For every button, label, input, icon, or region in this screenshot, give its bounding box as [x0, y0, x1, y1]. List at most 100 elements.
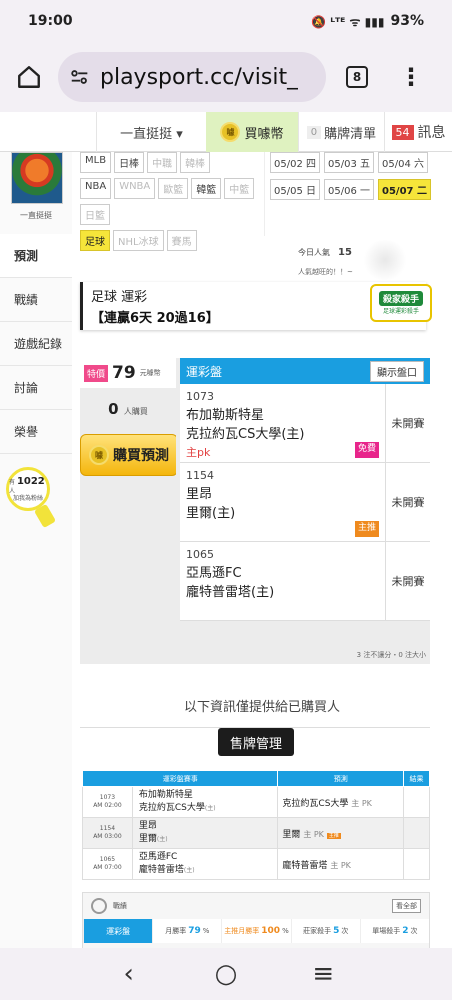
record-title: 戰績: [113, 902, 127, 910]
coin-icon: 噱: [89, 445, 109, 465]
team-away: 亞馬遜FC: [138, 852, 178, 863]
url-bar[interactable]: playsport.cc/visit_: [58, 52, 326, 102]
system-nav-bar: ‹ ○ ≡: [0, 948, 452, 1000]
date-0507[interactable]: 05/07 二: [378, 179, 431, 200]
game-time: AM 03:00: [93, 833, 122, 840]
king-stat: 莊家殺手 5 次: [290, 919, 360, 943]
handicap: 主 PK: [351, 798, 372, 808]
month-win-stat: 月勝率 79%: [152, 919, 221, 943]
month-win-value: 79: [188, 926, 201, 936]
expert-title: 殺家殺手: [378, 291, 423, 306]
team-home: 里爾: [138, 834, 157, 844]
league-horse[interactable]: 賽馬: [166, 230, 197, 251]
popularity: 今日人氣 15: [298, 247, 352, 258]
team-away: 里昂: [186, 486, 213, 502]
see-all-button[interactable]: 看全部: [392, 899, 421, 913]
show-odds-button[interactable]: 顯示盤口: [370, 360, 424, 382]
record-box: 戰績 看全部 運彩盤 月勝率 79% 主推月勝率 100% 莊家殺手 5 次 單場殺手 2…: [82, 892, 430, 948]
sell-manage-button[interactable]: 售牌管理: [218, 728, 294, 756]
back-icon[interactable]: ‹: [109, 959, 149, 989]
flower-sketch-icon: [362, 240, 408, 280]
col-header-result: 結果: [403, 770, 430, 787]
pick-note: 3 注不讓分・0 注大小: [356, 651, 426, 659]
price-unit: 元噱幣: [139, 369, 161, 377]
record-stats: 運彩盤 月勝率 79% 主推月勝率 100% 莊家殺手 5 次 單場殺手 2 次: [83, 919, 429, 943]
table-row: 1154 AM 03:00 里昂 里爾(主) 里爾 主 PK 主推: [82, 817, 430, 849]
tab-count: 8: [346, 66, 368, 88]
main-win-stat: 主推月勝率 100%: [221, 919, 290, 943]
expert-sub: 足球運彩殺手: [382, 308, 419, 315]
date-0504[interactable]: 05/04 六: [378, 152, 428, 173]
sidebar-item-discuss[interactable]: 討論: [0, 366, 72, 410]
pick-header: 運彩盤 顯示盤口: [180, 358, 430, 384]
league-cpbl[interactable]: 中職: [147, 152, 178, 173]
avatar-name[interactable]: 一直挺挺: [0, 210, 72, 221]
league-jpn-baseball[interactable]: 日棒: [114, 152, 145, 173]
pick-team: 里爾: [282, 829, 301, 840]
king-value: 5: [333, 926, 340, 936]
home-mark: (主): [156, 836, 168, 843]
tune-icon[interactable]: [68, 66, 92, 88]
league-wnba[interactable]: WNBA: [114, 178, 156, 199]
main-win-value: 100: [261, 926, 281, 936]
league-jpn-basketball[interactable]: 日籃: [80, 204, 110, 225]
result-cell: [403, 817, 430, 849]
team-home: 克拉約瓦CS大學: [138, 803, 205, 813]
expert-badge: 殺家殺手 足球運彩殺手: [370, 284, 432, 322]
sidebar-item-game-log[interactable]: 遊戲紀錄: [0, 322, 72, 366]
league-kbo[interactable]: 韓棒: [180, 152, 211, 173]
bulb-icon: [33, 503, 57, 529]
date-0503[interactable]: 05/03 五: [324, 152, 374, 173]
browser-toolbar: playsport.cc/visit_ 8 ⋮: [0, 42, 452, 112]
game-code: 1073: [186, 390, 214, 403]
url-text[interactable]: playsport.cc/visit_: [100, 65, 298, 90]
more-menu-icon[interactable]: ⋮: [388, 42, 434, 112]
pick-team: 克拉約瓦CS大學: [282, 798, 349, 809]
message-button[interactable]: 54 訊息: [384, 112, 452, 152]
pick-panel: 運彩盤 顯示盤口 1073 布加勒斯特星 克拉約瓦CS大學(主) 主pk 免費 …: [176, 358, 430, 664]
league-soccer[interactable]: 足球: [80, 230, 110, 251]
user-dropdown[interactable]: 一直挺挺 ▾: [96, 112, 206, 152]
purchased-table: 運彩盤賽事 預測 結果 1073 AM 02:00 布加勒斯特星 克拉約瓦CS大學(…: [81, 770, 430, 880]
league-cn-basketball[interactable]: 中籃: [224, 178, 255, 199]
date-0502[interactable]: 05/02 四: [270, 152, 320, 173]
fans-label: 加我為粉絲: [12, 495, 43, 502]
avatar[interactable]: [11, 152, 63, 204]
sidebar-item-record[interactable]: 戰績: [0, 278, 72, 322]
league-mlb[interactable]: MLB: [80, 152, 112, 173]
main-pick-tag: 主推: [326, 832, 341, 839]
home-mark: (主): [204, 805, 216, 812]
buy-panel: 特價 79 元噱幣 0 人購買 噱 購買預測: [80, 358, 178, 664]
free-tag: 免費: [354, 442, 379, 458]
status-signal-icons: 🔕 ᴸᵀᴱ ᯤ ▮▮▮: [311, 14, 385, 29]
home-button[interactable]: [0, 42, 58, 112]
league-kor-basketball[interactable]: 韓籃: [191, 178, 222, 199]
tabs-button[interactable]: 8: [326, 42, 388, 112]
pick-team: 龐特普雷塔: [282, 860, 328, 871]
team-home: 克拉約瓦CS大學(主): [186, 427, 305, 442]
date-0505[interactable]: 05/05 日: [270, 179, 320, 200]
price-value: 79: [112, 363, 136, 383]
main-win-label: 主推月勝率: [224, 927, 260, 935]
league-euro-basketball[interactable]: 歐籃: [158, 178, 189, 199]
handicap: 主 PK: [330, 860, 351, 870]
buy-prediction-button[interactable]: 噱 購買預測: [80, 434, 178, 476]
sidebar-item-honor[interactable]: 榮譽: [0, 410, 72, 454]
date-0506[interactable]: 05/06 一: [324, 179, 374, 200]
cart-button[interactable]: 0 購牌清單: [298, 112, 384, 152]
buy-coin-button[interactable]: 噱 買噱幣: [206, 112, 298, 152]
result-cell: [403, 848, 430, 880]
month-win-unit: %: [202, 927, 210, 935]
recents-icon[interactable]: ≡: [303, 959, 343, 989]
status-icons: 🔕 ᴸᵀᴱ ᯤ ▮▮▮ 93%: [311, 13, 424, 30]
battery-level: 93%: [390, 13, 424, 29]
record-icon: [91, 898, 107, 914]
team-away: 布加勒斯特星: [186, 407, 265, 423]
record-bar-label: 運彩盤: [83, 919, 153, 943]
league-nhl[interactable]: NHL冰球: [113, 230, 164, 251]
home-nav-icon[interactable]: ○: [206, 959, 246, 989]
game-time: AM 07:00: [93, 864, 122, 871]
popularity-sub: 人氣越旺的！！~: [298, 268, 353, 276]
sidebar-item-predict[interactable]: 預測: [0, 234, 72, 278]
league-nba[interactable]: NBA: [80, 178, 112, 199]
